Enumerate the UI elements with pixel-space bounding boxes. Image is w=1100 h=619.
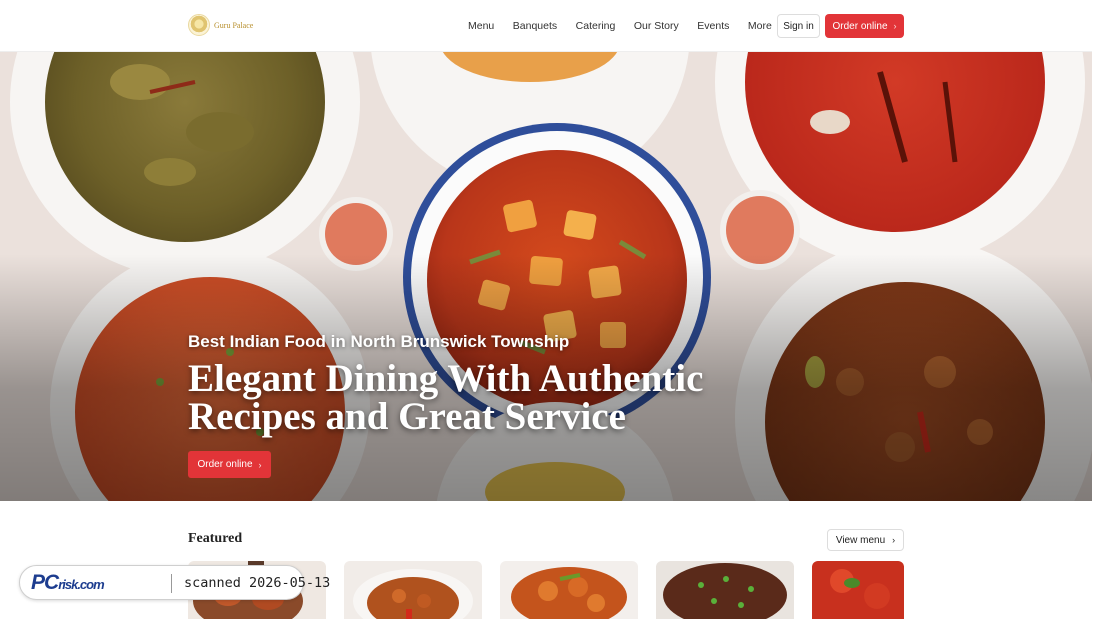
chevron-right-icon: › [893,21,897,31]
chevron-right-icon: › [892,535,896,545]
scan-badge: PCrisk.com scanned 2026-05-13 [19,565,330,600]
nav-item-banquets[interactable]: Banquets [513,20,557,32]
main-nav: Menu Banquets Catering Our Story Events … [468,0,801,52]
nav-item-catering[interactable]: Catering [576,20,616,32]
nav-item-label: Menu [468,20,495,32]
hero-banner: Best Indian Food in North Brunswick Town… [0,52,1092,501]
hero-title: Elegant Dining With Authentic Recipes an… [188,357,704,438]
badge-divider [171,574,172,593]
featured-card[interactable] [812,561,904,619]
site-header: Guru Palace Menu Banquets Catering Our S… [0,0,1092,52]
badge-brand-suffix: risk.com [58,577,104,592]
featured-card[interactable] [344,561,482,619]
sign-in-button[interactable]: Sign in [777,14,820,38]
order-online-label: Order online [832,20,888,32]
nav-item-menu[interactable]: Menu [468,20,494,32]
nav-item-our-story[interactable]: Our Story [634,20,679,32]
scan-date-text: scanned 2026-05-13 [184,575,331,591]
featured-card[interactable] [656,561,794,619]
order-online-button[interactable]: Order online › [825,14,904,38]
featured-dish-image [500,561,638,619]
featured-heading: Featured [188,531,243,546]
pcrisk-logo: PCrisk.com [31,571,105,596]
nav-item-events[interactable]: Events [697,20,729,32]
hero-order-online-button[interactable]: Order online › [188,451,271,478]
view-menu-label: View menu [835,534,886,546]
featured-dish-image [344,561,482,619]
page-gutter [1092,0,1100,619]
brand-name: Guru Palace [214,20,254,30]
nav-item-label: Our Story [633,20,679,32]
nav-item-label: Catering [575,20,616,32]
hero-subtitle: Best Indian Food in North Brunswick Town… [188,332,570,351]
hero-cta-label: Order online [197,459,253,470]
nav-item-label: Banquets [512,20,558,32]
featured-card[interactable] [500,561,638,619]
featured-dish-image [812,561,904,619]
view-menu-button[interactable]: View menu › [827,529,904,551]
sign-in-label: Sign in [783,20,814,32]
brand-logo[interactable]: Guru Palace [188,14,253,36]
nav-item-label: Events [697,20,730,32]
nav-item-label: More [747,20,772,32]
logo-emblem-icon [188,14,210,36]
featured-dish-image [656,561,794,619]
badge-brand: PC [31,571,59,594]
chevron-right-icon: › [258,459,262,470]
